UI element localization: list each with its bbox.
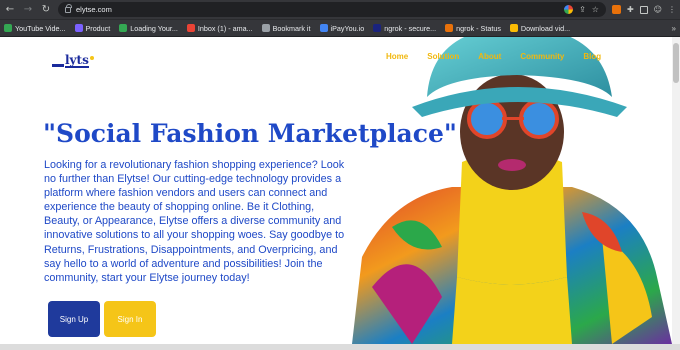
bookmark-favicon-icon (509, 24, 518, 32)
nav-about[interactable]: About (478, 52, 501, 61)
logo-bar (52, 64, 64, 67)
bookmark-item[interactable]: Bookmark it (261, 23, 311, 33)
bookmarks-bar: YouTube Vide... Product Loading Your... Inb… (0, 19, 680, 36)
reload-icon[interactable]: ↻ (40, 0, 52, 19)
bookmark-item[interactable]: Product (74, 23, 111, 33)
bookmark-label: Product (85, 23, 111, 33)
browser-toolbar: ← → ↻ elytse.com ⇪ ☆ ✚ ☺ ⋮ (0, 0, 680, 19)
bookmark-favicon-icon (261, 24, 270, 32)
nav-community[interactable]: Community (520, 52, 564, 61)
bookmark-label: iPayYou.io (330, 23, 365, 33)
bookmark-label: Bookmark it (272, 23, 311, 33)
horizontal-scrollbar (0, 344, 680, 350)
scroll-thumb[interactable] (673, 43, 679, 83)
back-icon[interactable]: ← (4, 0, 16, 19)
hero-description: Looking for a revolutionary fashion shop… (44, 159, 345, 284)
puzzle-icon[interactable]: ✚ (627, 5, 634, 14)
bookmark-favicon-icon (445, 24, 454, 32)
bookmark-item[interactable]: Download vid... (509, 23, 571, 33)
address-bar[interactable]: elytse.com ⇪ ☆ (58, 2, 606, 17)
more-bookmarks-icon[interactable]: » (672, 24, 676, 33)
url-text[interactable]: elytse.com (76, 5, 112, 14)
bookmark-item[interactable]: ngrok - Status (445, 24, 501, 33)
bookmark-favicon-icon (119, 24, 128, 32)
nav-home[interactable]: Home (386, 52, 408, 61)
hero-image (352, 37, 672, 344)
bookmark-item[interactable]: ngrok - secure... (373, 24, 436, 33)
star-icon[interactable]: ☆ (592, 5, 599, 14)
sign-up-button[interactable]: Sign Up (48, 301, 100, 337)
sidepanel-icon[interactable] (639, 5, 648, 14)
bookmark-label: Loading Your... (130, 23, 178, 33)
google-icon[interactable] (564, 5, 574, 14)
sign-in-button[interactable]: Sign In (104, 301, 156, 337)
bookmark-label: ngrok - secure... (384, 23, 437, 33)
logo[interactable]: lyts (52, 54, 94, 68)
nav-blog[interactable]: Blog (583, 52, 601, 61)
bookmark-label: ngrok - Status (456, 23, 501, 33)
bookmark-item[interactable]: Inbox (1) - ama... (186, 23, 253, 33)
bookmark-item[interactable]: Loading Your... (119, 24, 178, 33)
bookmark-favicon-icon (373, 24, 382, 32)
scrollbar[interactable] (672, 37, 680, 344)
bookmark-favicon-icon (186, 24, 195, 32)
bookmark-label: Inbox (1) - ama... (197, 23, 253, 33)
menu-icon[interactable]: ⋮ (668, 5, 676, 14)
extension-icon[interactable] (611, 5, 621, 14)
profile-icon[interactable]: ☺ (654, 5, 662, 14)
forward-icon[interactable]: → (22, 0, 34, 19)
lock-icon[interactable] (65, 3, 72, 13)
page-title: "Social Fashion Marketplace" (43, 119, 457, 148)
main-nav: Home Solution About Community Blog (386, 52, 601, 61)
nav-solution[interactable]: Solution (427, 52, 459, 61)
logo-text: lyts (65, 53, 89, 68)
bookmark-favicon-icon (4, 24, 12, 32)
share-icon[interactable]: ⇪ (579, 5, 586, 14)
bookmark-label: Download vid... (520, 23, 571, 33)
bookmark-favicon-icon (319, 24, 328, 32)
bookmark-item[interactable]: YouTube Vide... (4, 24, 66, 33)
bookmark-favicon-icon (74, 24, 83, 32)
bookmark-label: YouTube Vide... (15, 23, 66, 33)
page: lyts Home Solution About Community Blog … (0, 37, 680, 344)
logo-spark (89, 56, 94, 60)
bookmark-item[interactable]: iPayYou.io (319, 23, 365, 33)
